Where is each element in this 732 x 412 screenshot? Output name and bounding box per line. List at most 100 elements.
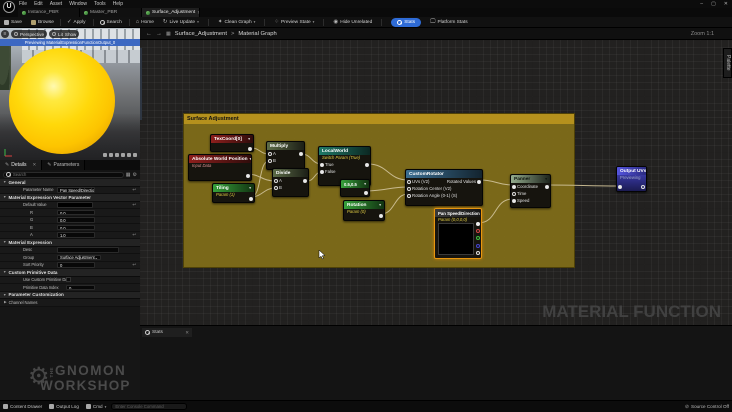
input-pin[interactable] <box>320 162 324 167</box>
node-rotation-param[interactable]: Rotation ▾ Param (0) <box>343 200 385 221</box>
node-pan-speed-direction-param[interactable]: Pan Speed/Direction▴ Param (0,0,0,0) <box>434 208 482 259</box>
input-pin[interactable] <box>512 184 516 189</box>
use-custom-primitive-checkbox[interactable] <box>66 277 71 283</box>
close-button[interactable]: ✕ <box>724 1 728 7</box>
parameter-name-input[interactable]: Pan Speed/Direction <box>57 187 95 193</box>
live-update-button[interactable]: ↻ Live Update ▾ <box>163 19 199 25</box>
source-control-button[interactable]: ⊘ Source Control Off <box>685 404 729 410</box>
cmd-dropdown[interactable]: Cmd ▾ <box>85 404 106 409</box>
channel-b-input[interactable]: 0.0 <box>57 224 95 230</box>
tab-surface-adjustment[interactable]: Surface_Adjustment ✕ <box>142 8 200 17</box>
tab-instance-pbr[interactable]: Instance_PBR <box>18 8 80 17</box>
filter-icon[interactable]: ▦ <box>126 172 131 178</box>
tab-master-pbr[interactable]: Master_PBR <box>80 8 142 17</box>
reset-icon[interactable]: ↩ <box>132 262 136 268</box>
perspective-button[interactable]: Perspective <box>11 30 48 38</box>
node-tiling-param[interactable]: Tiling ▾ Param (1) <box>212 183 255 203</box>
node-panner[interactable]: Panner ▾ Coordinate Time Speed <box>510 174 551 208</box>
rgb-output-pin[interactable] <box>476 222 480 226</box>
section-custom-primitive-data[interactable]: ▼ Custom Primitive Data <box>0 269 140 277</box>
reset-icon[interactable]: ↩ <box>132 202 136 208</box>
console-command-input[interactable]: Enter Console Command <box>111 403 188 410</box>
output-pin[interactable] <box>248 147 252 151</box>
search-input[interactable]: Search <box>3 171 124 178</box>
menu-file[interactable]: File <box>19 1 27 7</box>
input-pin[interactable] <box>407 179 411 184</box>
output-pin[interactable] <box>303 178 307 183</box>
output-pin[interactable] <box>364 191 368 195</box>
viewport-corner-icons[interactable] <box>103 153 137 157</box>
a-output-pin[interactable] <box>476 250 480 255</box>
preview-pin[interactable] <box>641 185 645 189</box>
scrollbar[interactable] <box>140 48 142 120</box>
menu-window[interactable]: Window <box>69 1 87 7</box>
clean-graph-button[interactable]: ✦ Clean Graph ▾ <box>218 19 256 25</box>
save-button[interactable]: Save <box>4 19 22 25</box>
input-pin[interactable] <box>407 193 411 198</box>
lit-show-buttons[interactable]: Lit Show <box>49 30 80 38</box>
input-pin[interactable] <box>320 169 324 174</box>
channel-a-input[interactable]: 1.0 <box>57 232 95 238</box>
section-parameter-customization[interactable]: ▼ Parameter Customization <box>0 291 140 299</box>
close-tab-icon[interactable]: ✕ <box>197 10 199 16</box>
input-pin[interactable] <box>407 186 411 191</box>
tab-parameters[interactable]: ✎ Parameters <box>42 160 86 170</box>
forward-arrow-icon[interactable]: → <box>156 31 162 37</box>
maximize-button[interactable]: ▢ <box>711 1 716 7</box>
hide-unrelated-button[interactable]: ◉ Hide Unrelated <box>333 19 372 25</box>
b-output-pin[interactable] <box>476 243 480 248</box>
menu-asset[interactable]: Asset <box>50 1 63 7</box>
menu-edit[interactable]: Edit <box>34 1 43 7</box>
gear-icon[interactable]: ⚙ <box>133 172 137 178</box>
apply-button[interactable]: ✓ Apply <box>67 19 86 25</box>
output-pin[interactable] <box>249 197 253 201</box>
node-constant2-vector[interactable]: 0.5,0.5 ▾ <box>340 179 370 197</box>
graph-canvas[interactable]: Surface Adjustment TexCoord[0] ▾ Multipl… <box>140 40 732 325</box>
input-pin[interactable] <box>268 151 272 156</box>
content-drawer-button[interactable]: Content Drawer <box>3 404 42 409</box>
input-pin[interactable] <box>618 185 622 189</box>
preview-state-button[interactable]: ⁘ Preview State ▾ <box>274 19 314 25</box>
tab-details[interactable]: ✎ Details ✕ <box>0 160 43 170</box>
group-dropdown[interactable]: Surface Adjustment ⌄ <box>57 254 101 260</box>
input-pin[interactable] <box>274 178 278 183</box>
close-icon[interactable]: ✕ <box>33 162 37 168</box>
channel-g-input[interactable]: 0.0 <box>57 217 95 223</box>
channel-r-input[interactable]: 0.0 <box>57 209 95 215</box>
reset-icon[interactable]: ↩ <box>132 187 136 193</box>
node-custom-rotator[interactable]: CustomRotator UVs (V2) Rotated Values Rot… <box>405 169 483 206</box>
output-pin[interactable] <box>299 151 303 156</box>
menu-tools[interactable]: Tools <box>94 1 106 7</box>
home-button[interactable]: ⌂ Home <box>136 19 154 25</box>
g-output-pin[interactable] <box>476 236 480 241</box>
color-swatch[interactable] <box>57 202 93 208</box>
input-pin[interactable] <box>512 191 516 196</box>
platform-stats-button[interactable]: 🖵 Platform Stats <box>430 19 467 25</box>
output-pin[interactable] <box>246 174 250 178</box>
output-pin[interactable] <box>379 214 383 218</box>
output-pin[interactable] <box>365 162 369 167</box>
preview-viewport[interactable]: Previewing MaterialExpressionFunctionOut… <box>0 28 140 160</box>
r-output-pin[interactable] <box>476 229 480 234</box>
node-divide[interactable]: Divide A B <box>272 168 309 197</box>
viewport-menu-icon[interactable]: ≡ <box>1 30 9 38</box>
node-multiply[interactable]: Multiply A B <box>266 141 305 170</box>
output-pin[interactable] <box>545 184 549 189</box>
node-texcoord[interactable]: TexCoord[0] ▾ <box>210 134 254 152</box>
minimize-button[interactable]: – <box>700 1 703 7</box>
close-icon[interactable]: ✕ <box>185 330 189 336</box>
breadcrumb-graph[interactable]: Material Graph <box>238 31 276 37</box>
back-arrow-icon[interactable]: ← <box>146 31 152 37</box>
desc-input[interactable] <box>57 247 119 253</box>
search-button[interactable]: Search <box>99 19 122 25</box>
palette-tab[interactable]: Palette <box>723 48 732 78</box>
section-vector-parameter[interactable]: ▼ Material Expression Vector Parameter <box>0 194 140 202</box>
input-pin[interactable] <box>268 158 272 163</box>
sort-priority-input[interactable]: 0 <box>57 262 95 268</box>
browse-button[interactable]: Browse <box>30 19 54 25</box>
stats-tab[interactable]: Stats ✕ <box>142 328 192 337</box>
menu-help[interactable]: Help <box>113 1 123 7</box>
row-channel-names[interactable]: ▶ Channel Names <box>0 299 140 307</box>
breadcrumb-asset[interactable]: Surface_Adjustment <box>175 31 227 37</box>
primitive-data-index-input[interactable]: 0 <box>66 284 95 290</box>
